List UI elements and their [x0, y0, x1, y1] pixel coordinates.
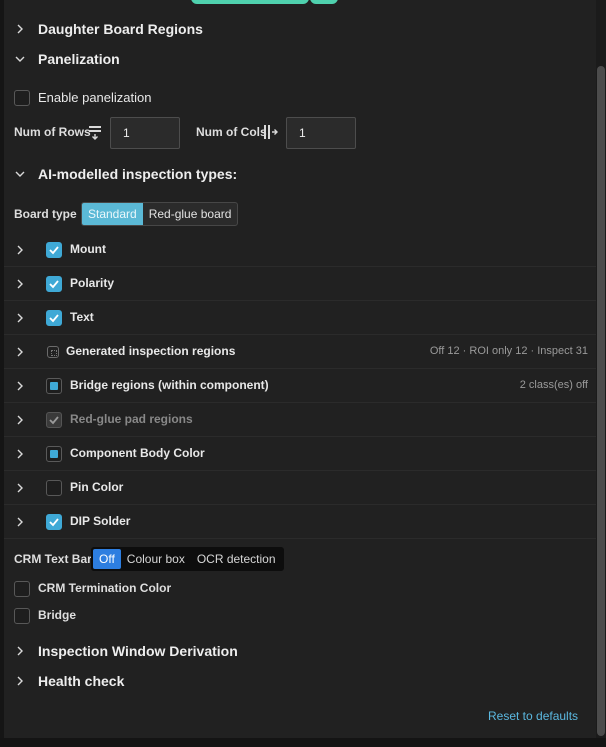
inspection-row-generated-regions[interactable]: Generated inspection regions Off 12 · RO… [4, 335, 596, 369]
text-label: Text [70, 310, 94, 324]
settings-panel: Daughter Board Regions Panelization Enab… [4, 0, 596, 738]
chevron-down-icon[interactable] [14, 53, 26, 65]
component-body-color-checkbox[interactable] [46, 446, 62, 462]
chevron-right-icon[interactable] [14, 278, 26, 290]
red-glue-pad-checkbox [46, 412, 62, 428]
crm-off-option[interactable]: Off [93, 549, 121, 569]
bridge-label: Bridge [38, 608, 77, 622]
inspection-row-text[interactable]: Text [4, 301, 596, 335]
chevron-right-icon[interactable] [14, 448, 26, 460]
mount-checkbox[interactable] [46, 242, 62, 258]
chevron-right-icon[interactable] [14, 346, 26, 358]
num-rows-label: Num of Rows [14, 125, 91, 139]
chevron-right-icon[interactable] [14, 244, 26, 256]
chevron-down-icon[interactable] [14, 168, 26, 180]
component-body-color-label: Component Body Color [70, 446, 205, 460]
inspection-row-pin-color[interactable]: Pin Color [4, 471, 596, 505]
generated-regions-label: Generated inspection regions [66, 344, 236, 358]
inspection-row-dip-solder[interactable]: DIP Solder [4, 505, 596, 539]
num-rows-input[interactable]: 1 [110, 117, 180, 149]
cols-icon [262, 124, 278, 140]
inspection-row-red-glue-pad[interactable]: Red-glue pad regions [4, 403, 596, 437]
crm-ocr-detection-option[interactable]: OCR detection [191, 549, 282, 569]
inspection-row-mount[interactable]: Mount [4, 233, 596, 267]
chevron-right-icon[interactable] [14, 675, 26, 687]
dip-solder-label: DIP Solder [70, 514, 131, 528]
board-type-segmented-control: Standard Red-glue board [81, 202, 239, 226]
section-ai-inspection-types[interactable]: AI-modelled inspection types: [38, 166, 237, 182]
crm-termination-color-checkbox[interactable] [14, 581, 30, 597]
scrollbar-thumb[interactable] [597, 66, 605, 736]
chevron-right-icon[interactable] [14, 482, 26, 494]
num-cols-label: Num of Cols [196, 125, 267, 139]
section-inspection-window-derivation[interactable]: Inspection Window Derivation [38, 643, 238, 659]
crm-text-bar-segmented-control: Off Colour box OCR detection [91, 547, 284, 571]
chevron-right-icon[interactable] [14, 312, 26, 324]
enable-panelization-label: Enable panelization [38, 90, 152, 105]
crm-text-bar-label: CRM Text Bar [14, 552, 92, 566]
pin-color-label: Pin Color [70, 480, 124, 494]
bridge-checkbox[interactable] [14, 608, 30, 624]
crm-termination-color-label: CRM Termination Color [38, 581, 172, 595]
polarity-label: Polarity [70, 276, 115, 290]
chevron-right-icon[interactable] [14, 414, 26, 426]
section-health-check[interactable]: Health check [38, 673, 124, 689]
board-type-standard-option[interactable]: Standard [82, 203, 143, 225]
rows-icon [87, 124, 103, 140]
pin-color-checkbox[interactable] [46, 480, 62, 496]
top-action-dropdown-button[interactable] [310, 0, 338, 4]
inspection-row-component-body-color[interactable]: Component Body Color [4, 437, 596, 471]
generated-regions-indeterminate-checkbox[interactable] [47, 346, 59, 358]
inspection-row-bridge-regions[interactable]: Bridge regions (within component) 2 clas… [4, 369, 596, 403]
dip-solder-checkbox[interactable] [46, 514, 62, 530]
crm-colour-box-option[interactable]: Colour box [121, 549, 191, 569]
top-action-button[interactable] [191, 0, 309, 4]
bridge-regions-summary: 2 class(es) off [519, 379, 588, 391]
chevron-right-icon[interactable] [14, 516, 26, 528]
board-type-red-glue-option[interactable]: Red-glue board [143, 203, 238, 225]
text-checkbox[interactable] [46, 310, 62, 326]
polarity-checkbox[interactable] [46, 276, 62, 292]
chevron-right-icon[interactable] [14, 23, 26, 35]
bottom-strip [0, 738, 606, 747]
num-cols-input[interactable]: 1 [286, 117, 356, 149]
board-type-label: Board type [14, 207, 77, 221]
enable-panelization-checkbox[interactable] [14, 90, 30, 106]
chevron-right-icon[interactable] [14, 380, 26, 392]
section-panelization[interactable]: Panelization [38, 51, 120, 67]
red-glue-pad-label: Red-glue pad regions [70, 412, 193, 426]
bridge-regions-label: Bridge regions (within component) [70, 378, 269, 392]
bridge-regions-checkbox[interactable] [46, 378, 62, 394]
reset-to-defaults-link[interactable]: Reset to defaults [488, 709, 578, 723]
inspection-row-polarity[interactable]: Polarity [4, 267, 596, 301]
generated-regions-summary: Off 12 · ROI only 12 · Inspect 31 [429, 345, 588, 357]
chevron-right-icon[interactable] [14, 645, 26, 657]
section-daughter-board-regions[interactable]: Daughter Board Regions [38, 21, 203, 37]
mount-label: Mount [70, 242, 106, 256]
